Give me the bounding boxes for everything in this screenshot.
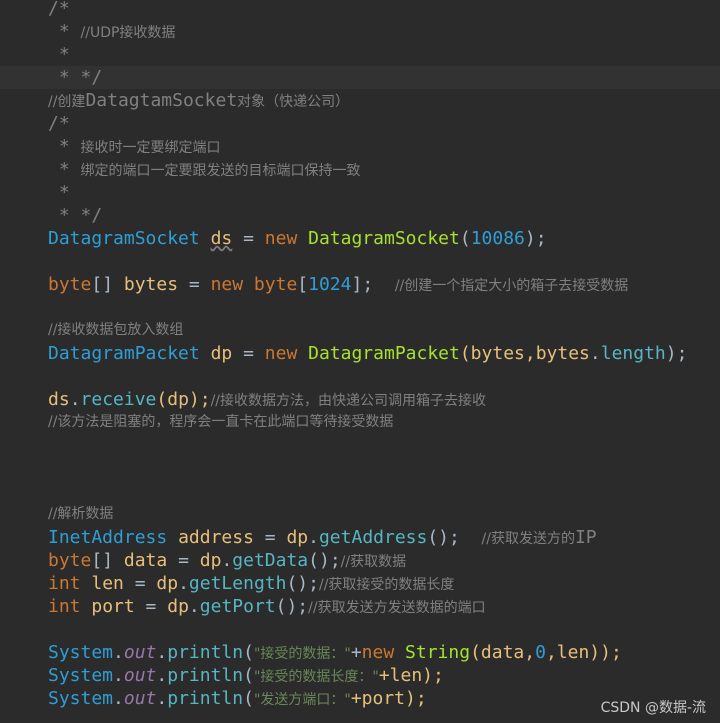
code-line: /* (48, 0, 70, 19)
code-line: int port = dp.getPort();//获取发送方发送数据的端口 (48, 596, 486, 617)
code-line: * */ (48, 67, 103, 88)
code-line: /* (48, 113, 70, 134)
current-line-highlight (0, 66, 720, 89)
csdn-watermark: CSDN @数据-流 (600, 700, 706, 716)
code-line: * */ (48, 205, 103, 226)
code-line: //解析数据 (48, 506, 114, 522)
code-line: * (48, 44, 70, 65)
code-line: * 绑定的端口一定要跟发送的目标端口保持一致 (48, 159, 361, 180)
code-line: * 接收时一定要绑定端口 (48, 136, 221, 157)
code-line: * (48, 182, 70, 203)
code-line: System.out.println("发送方端口："+port); (48, 688, 427, 709)
code-line: InetAddress address = dp.getAddress(); /… (48, 527, 597, 548)
code-line: ds.receive(dp);//接收数据方法，由快递公司调用箱子去接收 (48, 389, 487, 410)
code-line: //该方法是阻塞的，程序会一直卡在此端口等待接受数据 (48, 414, 394, 430)
code-line: byte[] data = dp.getData();//获取数据 (48, 550, 407, 571)
code-line: System.out.println("接受的数据长度："+len); (48, 665, 444, 686)
code-line: byte[] bytes = new byte[1024]; //创建一个指定大… (48, 274, 629, 295)
code-line: DatagramPacket dp = new DatagramPacket(b… (48, 343, 688, 364)
code-line: * //UDP接收数据 (48, 21, 176, 42)
code-line: //创建DatagtamSocket对象（快递公司） (48, 90, 350, 111)
code-line: DatagramSocket ds = new DatagramSocket(1… (48, 228, 547, 249)
code-editor[interactable]: /* * //UDP接收数据 * * */ //创建DatagtamSocket… (0, 0, 720, 723)
code-line: System.out.println("接受的数据："+new String(d… (48, 642, 622, 663)
code-line: //接收数据包放入数组 (48, 322, 184, 338)
code-line: int len = dp.getLength();//获取接受的数据长度 (48, 573, 455, 594)
